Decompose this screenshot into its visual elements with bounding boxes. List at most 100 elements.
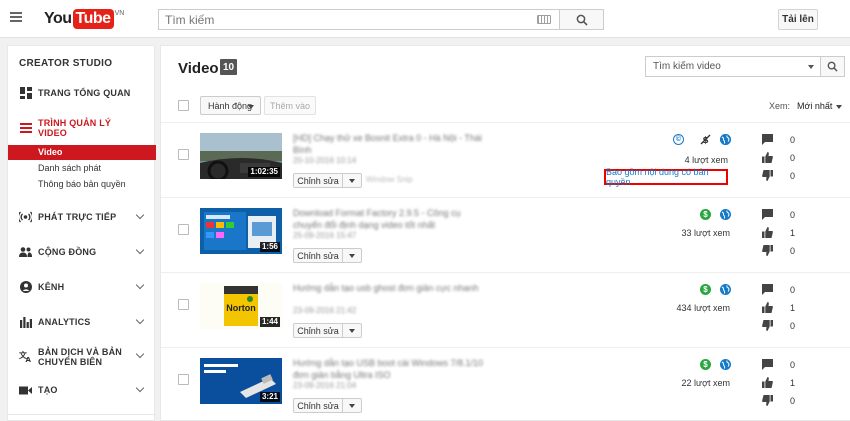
edit-options-dropdown[interactable] [342,398,362,413]
comments-stat: 0 [762,359,812,371]
video-thumbnail[interactable]: 1:02:35 [200,133,282,179]
search-icon [576,14,588,26]
like-count: 1 [790,303,796,313]
like-count: 1 [790,378,796,388]
thumbs-up-icon [762,227,773,238]
thumbs-down-icon [762,245,773,256]
video-date: 23-09-2016 21:04 [293,381,357,390]
add-to-button[interactable]: Thêm vào [264,96,316,115]
dislike-count: 0 [790,321,796,331]
chevron-down-icon [349,403,355,408]
view-count: 4 lượt xem [684,155,728,165]
sidebar-item-community[interactable]: CỘNG ĐỒNG [8,242,156,262]
dislike-count: 0 [790,171,796,181]
keyboard-icon[interactable] [537,15,551,24]
video-thumbnail[interactable]: Norton 1:44 [200,283,282,329]
create-icon [19,384,32,397]
video-manager-icon [19,122,32,135]
monetize-icon[interactable]: $ [700,359,711,370]
upload-button[interactable]: Tải lên [778,9,818,30]
edit-options-dropdown[interactable] [342,323,362,338]
video-thumbnail[interactable]: 1:56 [200,208,282,254]
sidebar-item-create[interactable]: TẠO [8,380,156,400]
public-icon[interactable] [720,359,731,370]
public-icon[interactable] [720,134,731,145]
video-search-input[interactable] [646,57,796,76]
video-search-button[interactable] [821,56,845,77]
edit-button[interactable]: Chỉnh sửa [293,173,343,188]
monetize-icon[interactable]: $ [700,284,711,295]
sidebar-item-label: TẠO [38,385,58,395]
svg-text:A: A [26,356,32,362]
edit-options-dropdown[interactable] [342,248,362,263]
sidebar-subitem-copyright-notices[interactable]: Thông báo bản quyền [8,177,156,192]
thumbs-down-icon [762,395,773,406]
video-date: 23-09-2016 21:42 [293,306,357,315]
public-icon[interactable] [720,284,731,295]
sidebar-item-live[interactable]: PHÁT TRỰC TIẾP [8,207,156,227]
edit-button[interactable]: Chỉnh sửa [293,323,343,338]
live-icon [19,211,32,224]
edit-button[interactable]: Chỉnh sửa [293,398,343,413]
youtube-logo[interactable]: You Tube VN [44,9,124,29]
dislikes-stat: 0 [762,320,812,332]
chevron-down-icon [349,328,355,333]
row-checkbox[interactable] [178,374,189,385]
comment-icon [762,134,773,145]
row-checkbox[interactable] [178,224,189,235]
sort-label: Xem: [769,101,791,111]
sort-dropdown[interactable]: Mới nhất [797,101,843,111]
actions-dropdown[interactable]: Hành động [200,96,261,115]
video-title[interactable]: Download Format Factory 2.9.5 - Công cụ … [293,207,488,231]
logo-region-text: VN [114,10,125,17]
search-box [158,9,560,30]
video-title[interactable]: Hướng dẫn tạo usb ghost đơn giản cực nha… [293,282,488,294]
video-duration: 1:44 [259,317,280,327]
row-checkbox[interactable] [178,299,189,310]
comment-count: 0 [790,210,796,220]
sidebar-subitem-playlists[interactable]: Danh sách phát [8,161,156,176]
search-input[interactable] [159,10,519,29]
sidebar-item-dashboard[interactable]: TRANG TỔNG QUAN [8,83,156,103]
sidebar-item-analytics[interactable]: ANALYTICS [8,312,156,332]
monetize-icon[interactable]: $ [700,209,711,220]
no-monetize-icon[interactable]: $ [700,134,711,145]
video-thumbnail[interactable]: 3:21 [200,358,282,404]
video-title[interactable]: [HD] Chạy thử xe Bosnit Extra 0 - Hà Nội… [293,132,488,156]
public-icon[interactable] [720,209,731,220]
edit-button[interactable]: Chỉnh sửa [293,248,343,263]
comment-count: 0 [790,285,796,295]
likes-stat: 1 [762,227,812,239]
search-button[interactable] [560,9,604,30]
chevron-down-icon [836,104,843,109]
chevron-down-icon [349,253,355,258]
edit-options-dropdown[interactable] [342,173,362,188]
select-all-checkbox[interactable] [178,100,189,111]
sort-value: Mới nhất [797,101,833,111]
like-count: 0 [790,153,796,163]
menu-icon[interactable] [10,12,22,22]
search-filter-dropdown-icon[interactable] [808,65,814,69]
row-checkbox[interactable] [178,149,189,160]
search-icon [827,61,838,72]
video-title[interactable]: Hướng dẫn tạo USB boot cài Windows 7/8.1… [293,357,488,381]
sidebar-item-translations[interactable]: 文A BẢN DỊCH VÀ BẢN CHUYỂN BIÊN [8,346,156,367]
dislike-count: 0 [790,246,796,256]
sidebar-subitem-video[interactable]: Video [8,145,156,160]
svg-text:Norton: Norton [226,303,256,313]
thumbs-down-icon [762,170,773,181]
sidebar-item-channel[interactable]: KÊNH [8,277,156,297]
view-count: 22 lượt xem [681,378,730,388]
analytics-icon [19,316,32,329]
sidebar-item-video-manager[interactable]: TRÌNH QUẢN LÝ VIDEO [8,118,156,138]
chevron-down-icon [248,105,254,109]
includes-copyrighted-content-link[interactable]: Bao gồm nội dung có bản quyền [604,167,728,187]
video-date: 20-10-2016 10:14 [293,156,357,165]
dislikes-stat: 0 [762,170,812,182]
sidebar-item-label: TRÌNH QUẢN LÝ VIDEO [38,118,112,138]
studio-title: CREATOR STUDIO [19,58,113,69]
dashboard-icon [19,87,32,100]
video-row: 3:21 Hướng dẫn tạo USB boot cài Windows … [161,348,850,421]
copyright-icon[interactable]: © [673,134,684,145]
comment-icon [762,284,773,295]
